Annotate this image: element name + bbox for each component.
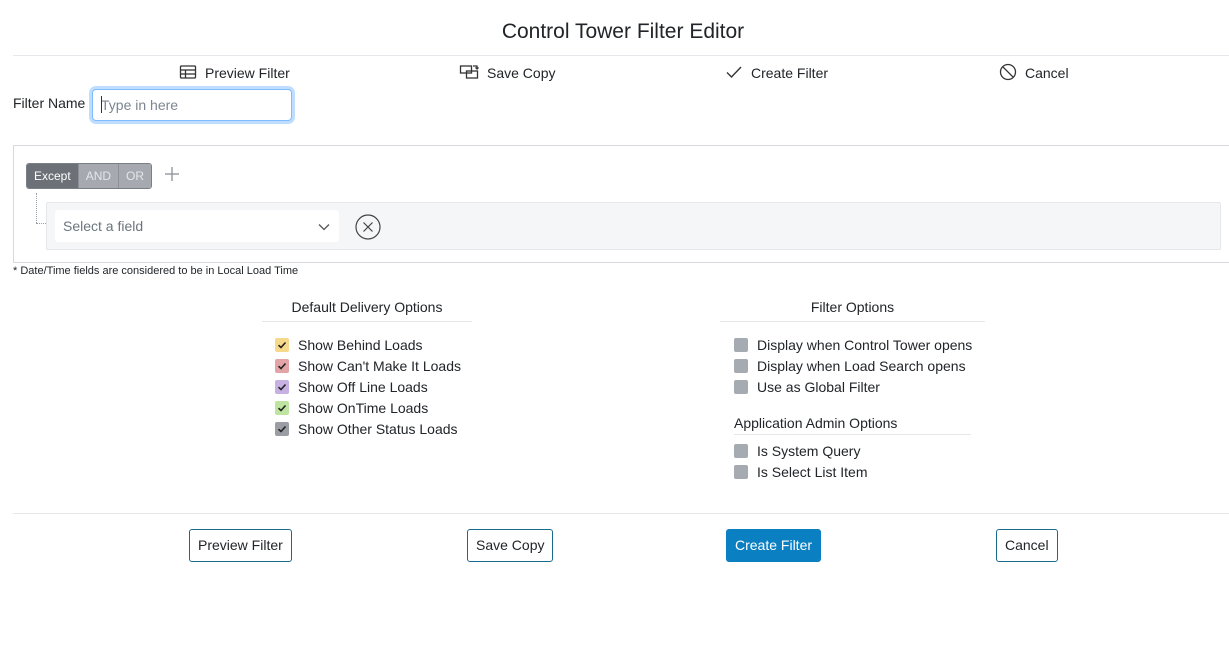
filter-name-label: Filter Name	[13, 95, 86, 111]
field-select-placeholder: Select a field	[63, 218, 144, 234]
option-label: Show Other Status Loads	[298, 421, 458, 437]
toolbar-cancel-label: Cancel	[1025, 65, 1069, 81]
tree-connector	[36, 193, 37, 223]
group-button-or[interactable]: OR	[118, 164, 152, 188]
chevron-down-icon	[318, 224, 330, 231]
option-show-behind-loads[interactable]: Show Behind Loads	[275, 337, 423, 353]
option-show-cant-make-it-loads[interactable]: Show Can't Make It Loads	[275, 358, 461, 374]
checkbox[interactable]	[275, 338, 289, 352]
ban-icon	[999, 63, 1017, 84]
create-filter-button[interactable]: Create Filter	[726, 529, 822, 562]
field-select[interactable]: Select a field	[55, 210, 339, 242]
checkmark-icon	[277, 383, 287, 391]
filter-options-divider	[720, 321, 985, 322]
toolbar-preview-filter[interactable]: Preview Filter	[179, 62, 290, 84]
cancel-button[interactable]: Cancel	[996, 529, 1058, 562]
checkbox[interactable]	[275, 380, 289, 394]
checkmark-icon	[277, 425, 287, 433]
page-title: Control Tower Filter Editor	[501, 20, 745, 43]
checkmark-icon	[277, 404, 287, 412]
toolbar-save-copy[interactable]: Save Copy	[459, 62, 555, 84]
checkbox[interactable]	[275, 359, 289, 373]
option-label: Is Select List Item	[757, 464, 868, 480]
query-builder: Except AND OR Select a field	[13, 145, 1229, 263]
bottom-divider	[13, 513, 1229, 514]
admin-options-divider	[734, 434, 971, 435]
group-conjunction-buttons: Except AND OR	[26, 163, 153, 189]
toolbar-create-label: Create Filter	[751, 65, 829, 81]
checkmark-icon	[277, 362, 287, 370]
group-button-and[interactable]: AND	[77, 164, 119, 188]
option-show-off-line-loads[interactable]: Show Off Line Loads	[275, 379, 428, 395]
filter-options-title: Filter Options	[810, 299, 895, 315]
query-rule-row: Select a field	[46, 202, 1221, 250]
checkmark-icon	[725, 63, 743, 84]
filter-name-input[interactable]	[92, 89, 292, 121]
toolbar-create-filter[interactable]: Create Filter	[725, 62, 828, 84]
option-show-ontime-loads[interactable]: Show OnTime Loads	[275, 400, 428, 416]
toolbar-preview-label: Preview Filter	[205, 65, 290, 81]
delivery-options-title: Default Delivery Options	[291, 299, 443, 315]
checkbox[interactable]	[734, 444, 748, 458]
preview-filter-button[interactable]: Preview Filter	[189, 529, 292, 562]
option-label: Is System Query	[757, 443, 861, 459]
option-label: Show OnTime Loads	[298, 400, 429, 416]
option-label: Show Off Line Loads	[298, 379, 428, 395]
option-label: Display when Load Search opens	[757, 358, 966, 374]
toolbar-cancel[interactable]: Cancel	[999, 62, 1069, 84]
top-divider	[13, 55, 1229, 56]
checkbox[interactable]	[734, 380, 748, 394]
option-use-as-global-filter[interactable]: Use as Global Filter	[734, 379, 880, 395]
option-display-when-control-tower-opens[interactable]: Display when Control Tower opens	[734, 337, 972, 353]
option-label: Show Behind Loads	[298, 337, 423, 353]
save-copy-button[interactable]: Save Copy	[467, 529, 554, 562]
checkmark-icon	[277, 341, 287, 349]
option-is-select-list-item[interactable]: Is Select List Item	[734, 464, 867, 480]
copy-arrows-icon	[459, 63, 479, 84]
checkbox[interactable]	[734, 338, 748, 352]
option-label: Display when Control Tower opens	[757, 337, 973, 353]
toolbar-save-copy-label: Save Copy	[487, 65, 556, 81]
text-caret	[101, 96, 102, 113]
group-button-except[interactable]: Except	[27, 164, 78, 188]
checkbox[interactable]	[734, 359, 748, 373]
admin-options-title: Application Admin Options	[734, 415, 898, 431]
delivery-options-divider	[262, 321, 472, 322]
option-show-other-status-loads[interactable]: Show Other Status Loads	[275, 421, 458, 437]
option-label: Show Can't Make It Loads	[298, 358, 461, 374]
plus-icon[interactable]	[164, 166, 180, 186]
checkbox[interactable]	[734, 465, 748, 479]
option-label: Use as Global Filter	[757, 379, 880, 395]
circle-x-icon[interactable]	[354, 213, 382, 241]
checkbox[interactable]	[275, 401, 289, 415]
checkbox[interactable]	[275, 422, 289, 436]
timezone-note: * Date/Time fields are considered to be …	[13, 265, 299, 277]
table-icon	[179, 63, 197, 84]
option-is-system-query[interactable]: Is System Query	[734, 443, 860, 459]
option-display-when-load-search-opens[interactable]: Display when Load Search opens	[734, 358, 966, 374]
tree-connector-branch	[36, 223, 46, 224]
